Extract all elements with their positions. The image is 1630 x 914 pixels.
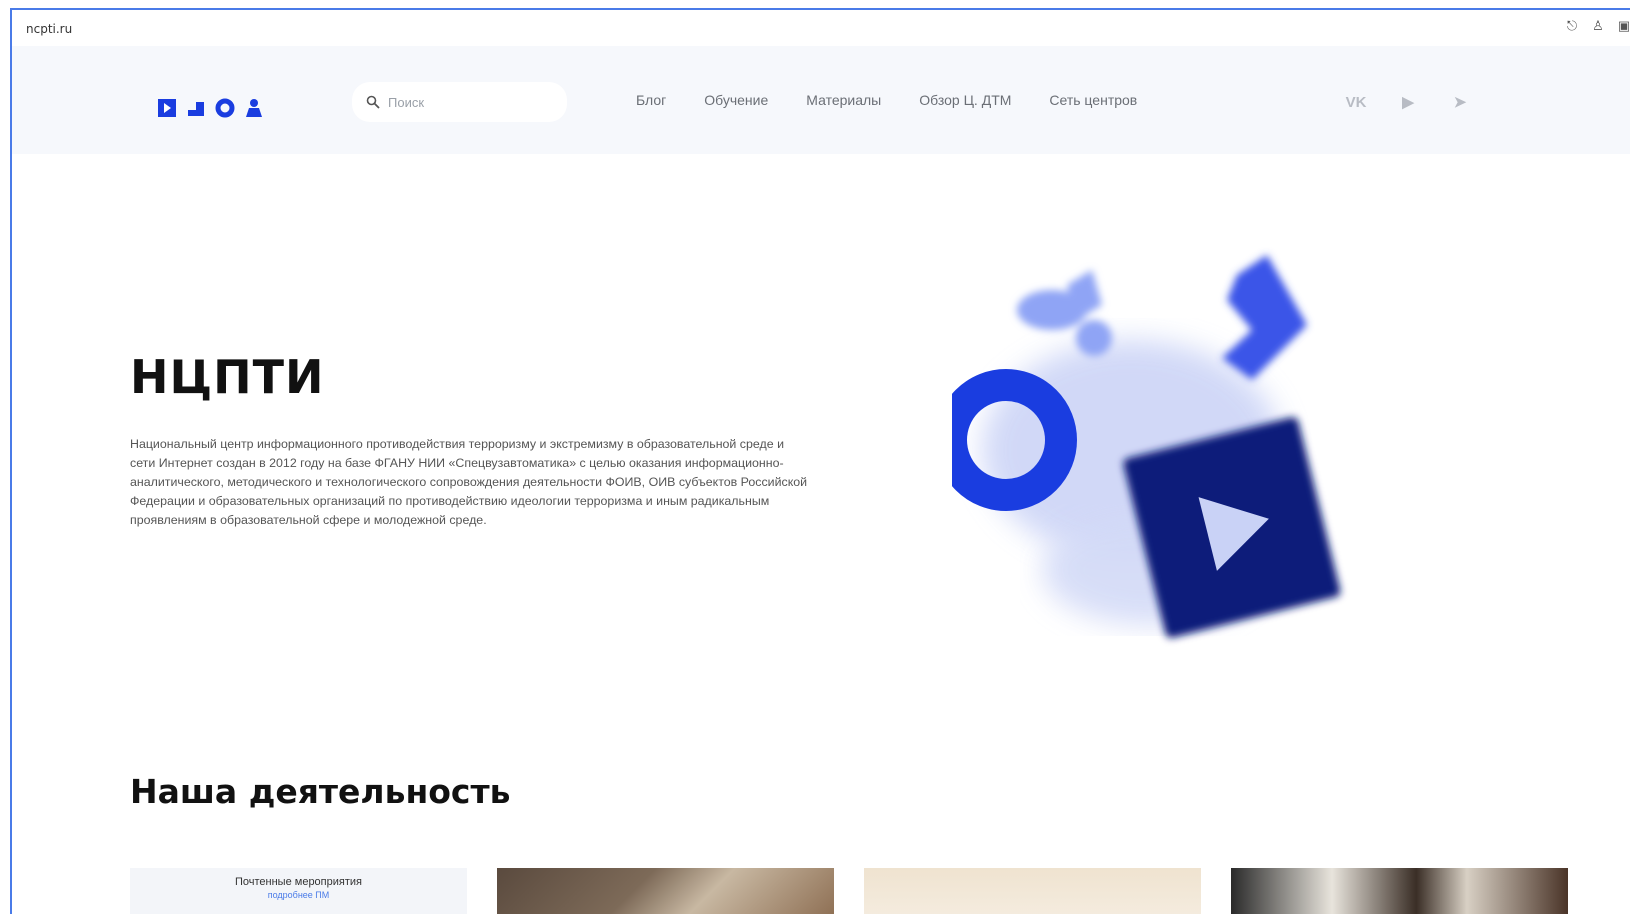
search-box[interactable] — [352, 82, 567, 122]
user-icon[interactable]: ♙ — [1590, 18, 1606, 36]
nav-item-materials[interactable]: Материалы — [806, 92, 881, 108]
logo-play-square-icon — [158, 99, 176, 117]
nav-item-review[interactable]: Обзор Ц. ДТМ — [919, 92, 1011, 108]
logo-ring-icon — [215, 98, 235, 118]
blurred-figure-shape — [1017, 270, 1112, 356]
window-icon[interactable]: ▣ — [1616, 18, 1630, 36]
logo-steps-icon — [188, 102, 204, 116]
hero-title: НЦПТИ — [130, 350, 325, 404]
site-logo[interactable] — [128, 98, 264, 118]
vk-icon[interactable]: VK — [1342, 88, 1370, 116]
hero-illustration — [952, 255, 1341, 638]
activity-card-photo-2[interactable] — [864, 868, 1201, 914]
nav-item-training[interactable]: Обучение — [704, 92, 768, 108]
social-links: VK ▶ ➤ — [1342, 88, 1474, 116]
account-icon[interactable]: ⎋ — [1564, 18, 1580, 36]
card-link[interactable]: подробнее ПМ — [130, 890, 467, 900]
site-header: Блог Обучение Материалы Обзор Ц. ДТМ Сет… — [12, 46, 1630, 154]
section-title-activity: Наша деятельность — [130, 772, 511, 811]
logo-crescent-icon — [134, 100, 142, 116]
activity-card-events[interactable]: Почтенные мероприятия подробнее ПМ — [130, 868, 467, 914]
youtube-icon[interactable]: ▶ — [1394, 88, 1422, 116]
activity-card-photo-3[interactable] — [1231, 868, 1568, 914]
telegram-icon[interactable]: ➤ — [1446, 88, 1474, 116]
main-nav: Блог Обучение Материалы Обзор Ц. ДТМ Сет… — [636, 92, 1137, 108]
card-title: Почтенные мероприятия — [234, 876, 362, 888]
browser-toolbar: ⎋ ♙ ▣ — [1564, 18, 1630, 36]
activity-cards: Почтенные мероприятия подробнее ПМ — [130, 868, 1568, 914]
browser-window: ncpti.ru ⎋ ♙ ▣ Блог Обучение Материалы О — [10, 8, 1630, 914]
nav-item-blog[interactable]: Блог — [636, 92, 666, 108]
nav-item-centers[interactable]: Сеть центров — [1049, 92, 1137, 108]
search-icon — [366, 95, 380, 109]
hero-description: Национальный центр информационного проти… — [130, 437, 808, 527]
logo-person-icon — [246, 99, 262, 117]
activity-card-photo-1[interactable] — [497, 868, 834, 914]
url-text[interactable]: ncpti.ru — [26, 22, 72, 36]
browser-bar: ncpti.ru ⎋ ♙ ▣ — [12, 10, 1630, 46]
step-shape — [1222, 255, 1307, 380]
search-input[interactable] — [388, 94, 548, 110]
